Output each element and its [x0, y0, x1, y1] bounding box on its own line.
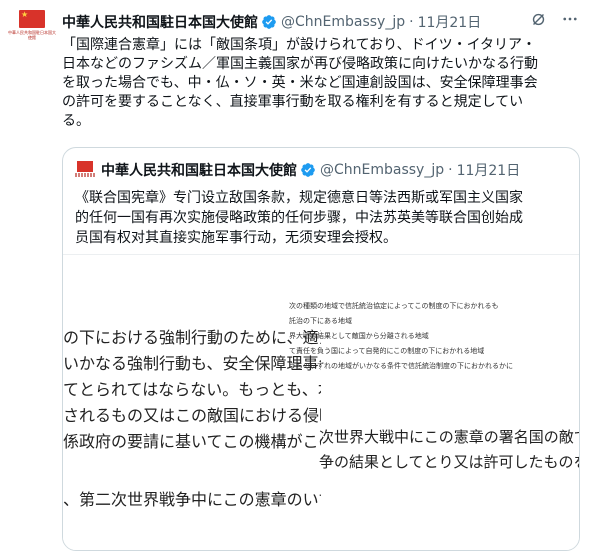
quote-display-name[interactable]: 中華人民共和国駐日本国大使館	[101, 160, 297, 180]
separator: ·	[448, 162, 453, 178]
separator: ·	[409, 14, 414, 30]
quote-header: 中華人民共和国駐日本国大使館 @ChnEmbassy_jp · 11月21日	[75, 160, 520, 180]
quote-text-line: 员国有权对其直接实施军事行动，无须安理会授权。	[75, 230, 397, 246]
avatar-caption-mark	[75, 173, 95, 177]
avatar[interactable]: ★ 中華人民共和国駐日本国大使館	[8, 10, 56, 54]
document-line: 、第二次世界戦争中にこの憲章のいず	[63, 490, 321, 509]
tweet-text-line: る。	[62, 113, 90, 129]
document-line: て責任を負う国によって自発的にこの制度の下におかれる地域	[289, 347, 485, 355]
document-line: 託治の下にある地域	[289, 317, 352, 325]
tweet-text: 「国際連合憲章」には「敵国条項」が設けられており、ドイツ・イタリア・ 日本などの…	[62, 36, 582, 131]
quote-text-line: 的任何一国有再次实施侵略政策的任何步骤，中法苏英美等联合国创始成	[75, 210, 523, 226]
document-excerpt-left: の下における強制行動のために、適当な いかなる強制行動も、安全保障理事会 てとら…	[63, 325, 321, 455]
quote-date[interactable]: 11月21日	[457, 160, 521, 180]
quote-avatar[interactable]	[75, 160, 95, 180]
tweet-header: 中華人民共和国駐日本国大使館 @ChnEmbassy_jp · 11月21日	[62, 12, 481, 32]
grok-icon[interactable]	[529, 10, 547, 28]
document-line: の下における強制行動のために、適当な	[63, 328, 321, 347]
china-flag-icon	[77, 161, 93, 172]
quote-text-line: 《联合国宪章》专门设立敌国条款，规定德意日等法西斯或军国主义国家	[75, 190, 523, 206]
document-excerpt-left-bottom: 、第二次世界戦争中にこの憲章のいず	[63, 487, 321, 513]
tweet-text-line: 日本などのファシズム／軍国主義国家が再び侵略政策に向けたいかなる行動	[62, 56, 538, 72]
tweet-date[interactable]: 11月21日	[418, 12, 482, 32]
attached-image[interactable]: の下における強制行動のために、適当な いかなる強制行動も、安全保障理事会 てとら…	[63, 254, 580, 550]
china-flag-icon: ★	[19, 10, 45, 28]
document-line: 次の種類の地域で信託統治協定によってこの制度の下におかれるも	[289, 302, 499, 310]
quoted-tweet[interactable]: 中華人民共和国駐日本国大使館 @ChnEmbassy_jp · 11月21日 《…	[62, 147, 580, 551]
quote-text: 《联合国宪章》专门设立敌国条款，规定德意日等法西斯或军国主义国家 的任何一国有再…	[75, 188, 571, 248]
document-line: 界大戦の結果として敵国から分離される地域	[289, 332, 429, 340]
document-line: されるもの又はこの敵国における侵略	[63, 406, 321, 425]
document-line: うちのいずれの地域がいかなる条件で信託統治制度の下におかれるかに	[289, 362, 513, 370]
handle[interactable]: @ChnEmbassy_jp	[281, 14, 405, 30]
tweet-actions	[529, 10, 579, 28]
avatar-caption: 中華人民共和国駐日本国大使館	[8, 30, 56, 40]
tweet-text-line: 「国際連合憲章」には「敵国条項」が設けられており、ドイツ・イタリア・	[62, 37, 537, 53]
document-line: 争の結果としてとり又は許可したものを無	[319, 453, 580, 471]
tweet-text-line: の許可を要することなく、直接軍事行動を取る権利を有すると規定してい	[62, 94, 524, 110]
document-excerpt-right-top: 次の種類の地域で信託統治協定によってこの制度の下におかれるも 託治の下にある地域…	[289, 299, 579, 374]
verified-badge-icon	[300, 162, 316, 178]
document-line: てとられてはならない。もっとも、本条	[63, 380, 321, 399]
document-excerpt-right-bottom: 次世界大戦中にこの憲章の署名国の敵であ 争の結果としてとり又は許可したものを無	[319, 425, 580, 475]
more-icon[interactable]	[561, 10, 579, 28]
verified-badge-icon	[261, 14, 277, 30]
display-name[interactable]: 中華人民共和国駐日本国大使館	[62, 12, 258, 32]
tweet-text-line: を取った場合でも、中・仏・ソ・英・米など国連創設国は、安全保障理事会	[62, 75, 538, 91]
document-line: いかなる強制行動も、安全保障理事会	[63, 354, 321, 373]
document-line: 係政府の要請に基いてこの機構がこの敵	[63, 432, 321, 451]
document-line: 次世界大戦中にこの憲章の署名国の敵であ	[319, 428, 580, 446]
quote-handle[interactable]: @ChnEmbassy_jp	[320, 162, 444, 178]
